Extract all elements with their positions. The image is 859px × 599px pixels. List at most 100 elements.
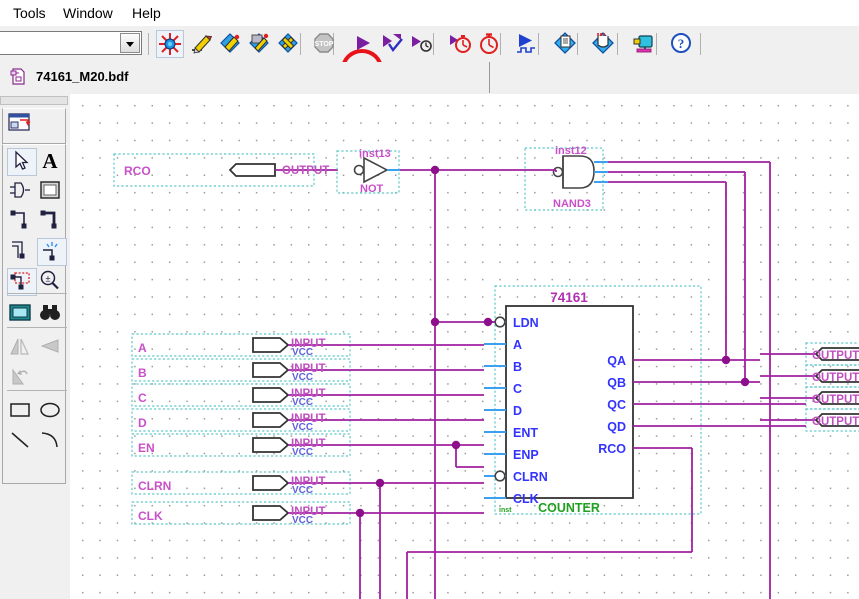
palette-separator (7, 390, 67, 391)
port-label-clrn: CLRN (138, 479, 171, 493)
input-pin-a[interactable]: A INPUT VCC (131, 333, 352, 358)
port-label-clk: CLK (138, 509, 163, 523)
output-pin-qa[interactable]: OUTPUT (760, 342, 859, 366)
chip-pin-qd: QD (607, 420, 626, 434)
palette-separator (7, 293, 67, 294)
chevron-down-icon[interactable] (120, 33, 140, 53)
document-tab-label: 74161_M20.bdf (36, 69, 129, 84)
quartus-schematic-window: Tools Window Help STOP ? 74161_M20.bdf A… (0, 0, 859, 599)
chip-pin-d: D (513, 404, 522, 418)
rectangle-tool-icon[interactable] (7, 398, 37, 426)
chip-pin-enp: ENP (513, 448, 539, 462)
gate-type-nand3: NAND3 (553, 198, 591, 210)
timing-analyzer-icon[interactable] (447, 30, 475, 58)
input-pin-c[interactable]: C INPUT VCC (131, 383, 352, 408)
help-icon[interactable]: ? (668, 30, 696, 58)
svg-text:±: ± (46, 274, 51, 284)
start-analysis-synthesis-icon[interactable] (217, 30, 245, 58)
menu-bar: Tools Window Help (0, 0, 859, 26)
stop-compilation-icon[interactable] (156, 30, 184, 58)
zoom-tool-icon[interactable]: ± (37, 268, 67, 296)
port-label-c: C (138, 391, 147, 405)
svg-text:?: ? (678, 36, 685, 51)
stopwatch-icon[interactable] (476, 30, 504, 58)
arc-tool-icon[interactable] (37, 428, 67, 456)
start-simulation-icon[interactable] (513, 30, 541, 58)
palette-group-drawing: A ± (2, 144, 67, 484)
schematic-canvas[interactable]: RCO OUTPUT inst13 NOT inst12 NAND3 A INP… (70, 94, 859, 599)
pin-kind-output: OUTPUT (812, 372, 859, 384)
symbol-tool-icon[interactable] (7, 178, 37, 206)
menu-item-window[interactable]: Window (56, 2, 120, 24)
chip-74161[interactable]: 74161 LDN A B C D ENT ENP CLRN CLK QA QB… (484, 285, 702, 515)
hierarchy-combo[interactable] (0, 31, 142, 55)
programmer-device-icon[interactable] (552, 30, 580, 58)
pin-kind-output: OUTPUT (812, 416, 859, 428)
output-pin-qc[interactable]: OUTPUT (760, 386, 859, 410)
port-label-b: B (138, 366, 147, 380)
flip-horizontal-icon[interactable] (7, 335, 37, 363)
orthogonal-conduit-tool-icon[interactable] (7, 238, 37, 266)
palette-separator (7, 327, 67, 328)
output-pin-rco[interactable]: RCO OUTPUT (113, 153, 338, 187)
gate-label-inst12: inst12 (555, 145, 587, 157)
rubberbanding-icon[interactable] (37, 238, 67, 266)
schematic-drawing: RCO OUTPUT inst13 NOT inst12 NAND3 A INP… (113, 145, 859, 599)
pin-default-vcc: VCC (292, 485, 313, 496)
input-pin-d[interactable]: D INPUT VCC (131, 408, 352, 433)
block-tool-icon[interactable] (37, 178, 67, 206)
chip-pin-qb: QB (607, 376, 626, 390)
pin-planner-icon[interactable] (590, 30, 618, 58)
port-label-d: D (138, 416, 147, 430)
wire-junction (430, 165, 440, 175)
palette-group-top (2, 108, 66, 144)
chip-pin-ent: ENT (513, 426, 538, 440)
pin-default-vcc: VCC (292, 515, 313, 526)
start-compilation-icon[interactable] (349, 30, 377, 58)
menu-item-help[interactable]: Help (125, 2, 168, 24)
stop-sign-icon[interactable]: STOP (311, 30, 339, 58)
oval-tool-icon[interactable] (37, 398, 67, 426)
toolbar-separator (148, 33, 149, 55)
input-pin-clk[interactable]: CLK INPUT VCC (131, 501, 360, 526)
chip-pin-qa: QA (607, 354, 626, 368)
wire-junction (355, 508, 365, 518)
pin-kind-output: OUTPUT (282, 165, 329, 177)
port-label-en: EN (138, 441, 155, 455)
input-pin-b[interactable]: B INPUT VCC (131, 358, 352, 383)
pin-default-vcc: VCC (292, 397, 313, 408)
document-tab[interactable]: 74161_M20.bdf (0, 62, 490, 93)
start-compilation-timing-icon[interactable] (408, 30, 436, 58)
output-pin-qb[interactable]: OUTPUT (760, 364, 859, 388)
menu-item-tools[interactable]: Tools (6, 2, 53, 24)
flip-vertical-icon[interactable] (37, 335, 67, 363)
gate-inst13-not[interactable]: inst13 NOT (336, 148, 400, 195)
output-pin-qd[interactable]: OUTPUT (760, 408, 859, 432)
fit-in-window-icon[interactable] (7, 301, 37, 329)
chip-pin-a: A (513, 338, 522, 352)
analyze-current-file-icon[interactable] (188, 30, 216, 58)
input-pin-en[interactable]: EN INPUT VCC (131, 433, 352, 458)
orthogonal-node-tool-icon[interactable] (7, 208, 37, 236)
orthogonal-bus-tool-icon[interactable] (37, 208, 67, 236)
open-sub-design-icon[interactable] (7, 112, 37, 140)
start-analysis-elaboration-icon[interactable] (246, 30, 274, 58)
pin-default-vcc: VCC (292, 447, 313, 458)
partial-line-selection-icon[interactable] (7, 268, 37, 296)
wire-junction (740, 377, 750, 387)
start-compilation-fitter-icon[interactable] (275, 30, 303, 58)
selection-tool-icon[interactable] (7, 148, 37, 176)
pin-default-vcc: VCC (292, 347, 313, 358)
horizontal-scrollbar[interactable] (0, 96, 68, 105)
rotate-left-icon[interactable] (7, 365, 37, 393)
wire-junction (375, 478, 385, 488)
pin-kind-output: OUTPUT (812, 350, 859, 362)
find-binoculars-icon[interactable] (37, 301, 67, 329)
program-device-icon[interactable] (630, 30, 658, 58)
text-tool-icon[interactable]: A (37, 148, 67, 176)
input-pin-clrn[interactable]: CLRN INPUT VCC (131, 471, 352, 496)
gate-inst12-nand3[interactable]: inst12 NAND3 (524, 145, 608, 211)
wire-junction (721, 355, 731, 365)
compilation-report-check-icon[interactable] (379, 30, 407, 58)
line-tool-icon[interactable] (7, 428, 37, 456)
